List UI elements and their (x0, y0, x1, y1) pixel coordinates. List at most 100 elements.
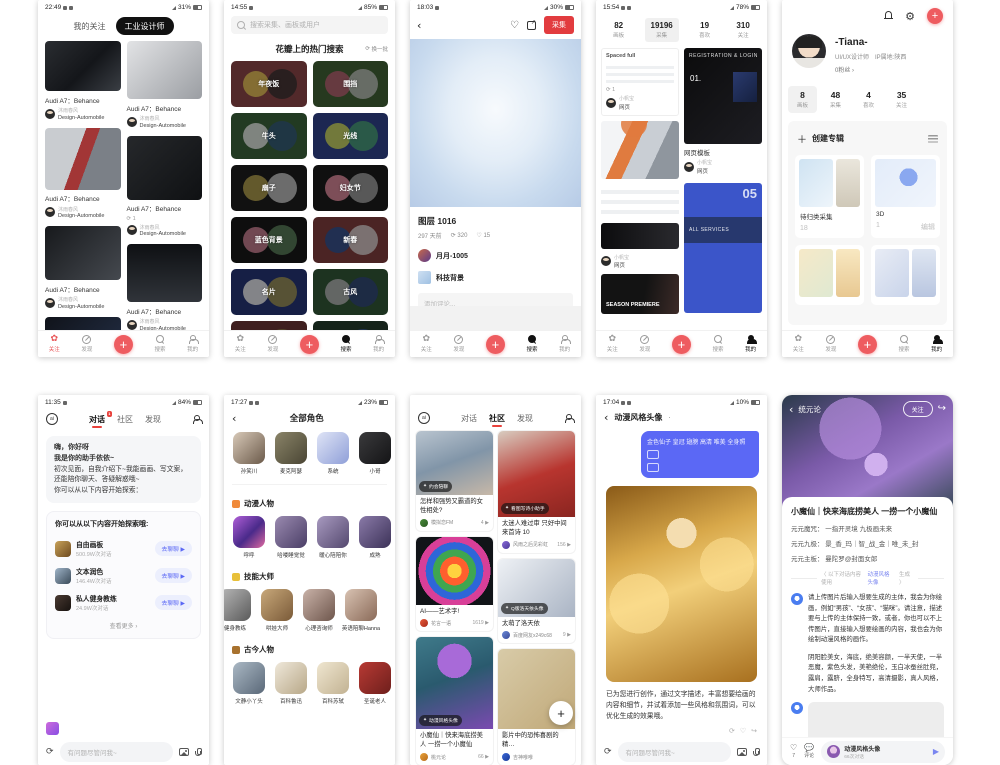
avatar[interactable] (684, 162, 694, 172)
avatar[interactable] (420, 753, 428, 761)
role-item[interactable]: 文静小丫头 (232, 662, 266, 705)
go-chat-button[interactable]: 去聊聊 ▶ (155, 541, 192, 556)
pin-user-row[interactable]: 小帆宝网页 (684, 159, 762, 178)
post-image[interactable]: ✦Q版洛天依头像 (498, 559, 575, 617)
role-avatar[interactable] (233, 662, 265, 694)
post-card[interactable]: ✦约会陪聊 怎样和强势又霸道的女性相处? 模拟恋FM 4▶ (416, 431, 493, 531)
pin-card[interactable]: Audi A7：Behance ⟳ 1 沐雨春风Design-Automobil… (127, 136, 203, 238)
image-icon[interactable] (737, 748, 747, 757)
refresh-icon[interactable]: ⟳ (604, 748, 612, 757)
image-icon[interactable] (179, 748, 189, 757)
tab-chat[interactable]: 对话1 (89, 414, 105, 425)
stat-item[interactable]: 8 画板 (788, 86, 817, 113)
role-item[interactable]: 健身教练 (224, 589, 252, 632)
create-button[interactable]: + (114, 335, 133, 354)
avatar[interactable] (420, 519, 428, 527)
role-item[interactable]: 暖心陪陪你 (316, 516, 350, 559)
stat-item[interactable]: 82 画板 (607, 18, 630, 42)
post-card[interactable]: ✦ AI——艺术字! 花言一语 1619▶ (416, 537, 493, 632)
back-icon[interactable]: ‹ (604, 412, 608, 423)
role-avatar[interactable] (275, 516, 307, 548)
post-image[interactable]: ✦看图写诗小助手 (498, 431, 575, 517)
role-item[interactable]: 哄娃大师 (260, 589, 294, 632)
tab-industrial-designer[interactable]: 工业设计师 (116, 17, 174, 35)
hot-tag[interactable]: 扇子 (231, 165, 307, 211)
nav-search[interactable]: 搜索 (155, 335, 166, 354)
list-view-icon[interactable] (928, 135, 938, 143)
role-item[interactable]: 哈喽睡觉觉 (274, 516, 308, 559)
avatar[interactable] (601, 256, 611, 266)
app-logo-icon[interactable]: ai (418, 412, 430, 424)
board-card[interactable] (795, 245, 864, 305)
hot-tag[interactable]: 新春 (313, 217, 389, 263)
collect-button[interactable]: 采集 (544, 16, 574, 34)
hot-tag[interactable]: 蓝色背景 (231, 217, 307, 263)
role-item[interactable]: 圣诞老人 (358, 662, 392, 705)
share-icon[interactable]: ↪ (938, 404, 946, 414)
role-item[interactable]: 麦克阿瑟 (274, 432, 308, 475)
role-item[interactable]: 百科鲁迅 (274, 662, 308, 705)
stat-item[interactable]: 35 关注 (887, 86, 916, 113)
generated-image[interactable] (606, 486, 757, 682)
nav-discover[interactable]: 发现 (453, 335, 464, 354)
nav-mine[interactable]: 我的 (745, 335, 756, 354)
nav-follow[interactable]: ✿关注 (793, 335, 804, 354)
role-avatar[interactable] (359, 516, 391, 548)
nav-follow[interactable]: ✿关注 (49, 335, 60, 354)
app-logo-icon[interactable]: ai (46, 413, 58, 425)
pin-user-row[interactable]: 沐雨春风Design-Automobile (127, 224, 203, 238)
role-avatar[interactable] (275, 662, 307, 694)
pin-image[interactable] (601, 121, 679, 179)
board-edit[interactable]: 编辑 (921, 222, 935, 232)
pin-image[interactable] (601, 184, 679, 218)
avatar[interactable] (45, 207, 55, 217)
pin-card[interactable]: Spaced full ⟳ 1 小帆宝网页 (601, 48, 679, 116)
nav-mine[interactable]: 我的 (559, 335, 570, 354)
stat-item[interactable]: 4 喜欢 (854, 86, 883, 113)
nav-search[interactable]: 搜索 (527, 335, 538, 354)
create-button[interactable]: + (300, 335, 319, 354)
create-album-row[interactable]: ＋ 创建专辑 (795, 128, 940, 155)
role-item[interactable]: 百科苏轼 (316, 662, 350, 705)
role-avatar[interactable] (261, 589, 293, 621)
heart-icon[interactable]: ♡ (510, 20, 519, 31)
pin-card[interactable]: Audi A7：Behance 沐雨春风Design-Automobile (45, 41, 121, 121)
pin-image[interactable] (127, 244, 203, 302)
tab-my-follow[interactable]: 我的关注 (74, 21, 106, 32)
role-avatar[interactable] (317, 516, 349, 548)
role-avatar[interactable] (233, 432, 265, 464)
heart-icon[interactable]: ♡ (740, 727, 746, 735)
post-image[interactable]: ✦约会陪聊 (416, 431, 493, 495)
refresh-icon[interactable]: ⟳ (729, 727, 735, 735)
send-icon[interactable]: ▶ (933, 747, 939, 756)
role-item[interactable]: 心理咨询师 (302, 589, 336, 632)
avatar[interactable] (127, 117, 137, 127)
tab-community[interactable]: 社区 (489, 413, 505, 424)
avatar[interactable] (420, 619, 428, 627)
pin-image[interactable] (127, 41, 203, 99)
avatar[interactable] (502, 631, 510, 639)
role-avatar[interactable] (359, 432, 391, 464)
pin-image[interactable]: REGISTRATION & LOGIN 01. (684, 48, 762, 144)
role-avatar[interactable] (233, 516, 265, 548)
avatar[interactable] (127, 320, 137, 330)
pin-card[interactable]: REGISTRATION & LOGIN 01. 网页模板 小帆宝网页 (684, 48, 762, 178)
create-post-button[interactable]: + (549, 701, 573, 725)
nav-follow[interactable]: ✿关注 (607, 335, 618, 354)
nav-discover[interactable]: 发现 (639, 335, 650, 354)
pin-image[interactable] (127, 136, 203, 200)
role-item[interactable]: 英语陪聊Hanna (344, 589, 378, 632)
nav-mine[interactable]: 我的 (187, 335, 198, 354)
avatar[interactable] (792, 34, 826, 68)
like-button[interactable]: ♡7 (790, 744, 797, 759)
stat-item[interactable]: 48 采集 (821, 86, 850, 113)
pin-card[interactable]: Audi A7：Behance 沐雨春风Design-Automobile (45, 226, 121, 310)
hot-tag[interactable]: 光线 (313, 113, 389, 159)
hot-tag[interactable]: 古风 (313, 269, 389, 315)
pin-image[interactable] (45, 41, 121, 91)
go-chat-button[interactable]: 去聊聊 ▶ (155, 595, 192, 610)
create-button[interactable]: + (486, 335, 505, 354)
nav-mine[interactable]: 我的 (373, 335, 384, 354)
pin-image[interactable]: SEASON PREMIERE (601, 274, 679, 314)
mic-icon[interactable] (753, 748, 759, 757)
